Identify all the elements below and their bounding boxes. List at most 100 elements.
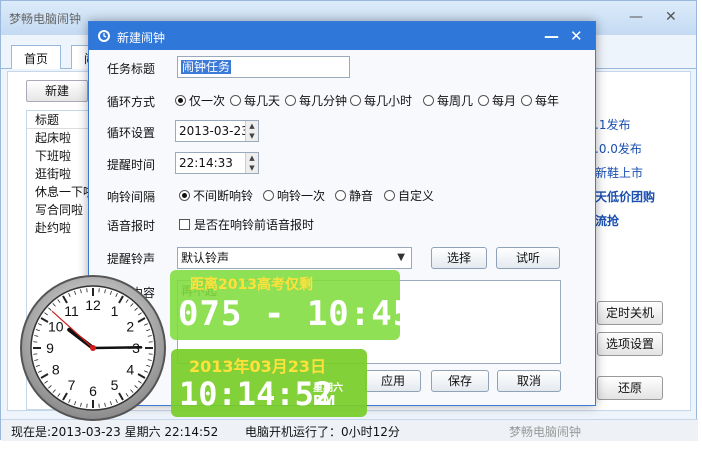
radio-dot	[175, 95, 186, 106]
new-alarm-button[interactable]: 新建	[26, 80, 88, 102]
alarm-logo-icon	[98, 30, 110, 42]
main-minimize-button[interactable]: —	[629, 9, 643, 25]
cycle-radio-once[interactable]: 仅一次	[175, 92, 225, 109]
radio-dot	[179, 190, 190, 201]
time-display: 10:14:52	[179, 375, 334, 413]
news-link[interactable]: 天低价团购	[595, 185, 691, 209]
dialog-title: 新建闹钟	[117, 31, 166, 45]
countdown-label: 距离2013高考仅剩	[190, 277, 313, 293]
tab-home[interactable]: 首页	[11, 45, 62, 69]
radio-label: 仅一次	[189, 94, 226, 108]
radio-label: 每几小时	[364, 94, 413, 108]
apply-button[interactable]: 应用	[365, 370, 421, 392]
dialog-minimize-button[interactable]: —	[544, 27, 559, 45]
news-link[interactable]: 新鞋上市	[595, 161, 691, 185]
digital-date-widget[interactable]: 2013年03月23日 10:14:52 星期六 PM	[171, 349, 367, 417]
dialog-titlebar[interactable]: 新建闹钟 — ✕	[89, 22, 595, 50]
task-item[interactable]: 休息一下啦	[27, 183, 97, 201]
analog-clock[interactable]: 123456789101112	[18, 273, 168, 423]
ring-radio-continuous[interactable]: 不间断响铃	[179, 187, 253, 204]
date-display: 2013年03月23日	[189, 357, 327, 376]
main-close-button[interactable]: ✕	[665, 9, 677, 25]
cycle-radio-hours[interactable]: 每几小时	[350, 92, 412, 109]
sound-value: 默认铃声	[181, 251, 230, 265]
checkbox-label: 是否在响铃前语音报时	[194, 218, 315, 232]
clock-number: 5	[111, 377, 119, 393]
timed-shutdown-button[interactable]: 定时关机	[597, 301, 663, 325]
radio-label: 每几分钟	[299, 94, 348, 108]
radio-dot	[350, 95, 361, 106]
task-list-header[interactable]: 标题	[27, 111, 97, 129]
date-spinner[interactable]: 2013-03-23 ▲ ▼	[175, 120, 259, 142]
clock-number: 10	[48, 319, 64, 335]
main-window-title: 梦畅电脑闹钟	[9, 12, 82, 26]
date-value: 2013-03-23	[179, 124, 249, 138]
task-item[interactable]: 逛街啦	[27, 165, 97, 183]
radio-dot	[230, 95, 241, 106]
restore-button[interactable]: 还原	[597, 376, 663, 400]
clock-number: 8	[52, 362, 60, 378]
clock-center	[90, 345, 96, 351]
status-app-name: 梦畅电脑闹钟	[509, 425, 582, 439]
ring-radio-custom[interactable]: 自定义	[384, 187, 434, 204]
clock-number: 6	[89, 383, 97, 399]
cycle-radio-days[interactable]: 每几天	[230, 92, 280, 109]
voice-time-checkbox[interactable]: 是否在响铃前语音报时	[179, 216, 314, 233]
select-sound-button[interactable]: 选择	[431, 247, 487, 269]
radio-label: 不间断响铃	[193, 189, 254, 203]
task-item[interactable]: 下班啦	[27, 147, 97, 165]
spin-up-icon[interactable]: ▲	[246, 153, 258, 163]
news-link[interactable]: .0.0发布	[595, 137, 691, 161]
checkbox-box	[179, 219, 190, 230]
cycle-radio-monthly[interactable]: 每月	[478, 92, 516, 109]
clock-number: 12	[85, 297, 101, 313]
radio-label: 每周几	[437, 94, 474, 108]
weekday-display: 星期六	[313, 383, 343, 394]
spin-down-icon[interactable]: ▼	[246, 131, 258, 141]
task-item[interactable]: 起床啦	[27, 129, 97, 147]
spin-up-icon[interactable]: ▲	[246, 121, 258, 131]
radio-label: 每年	[535, 94, 560, 108]
time-spin-buttons[interactable]: ▲ ▼	[245, 153, 258, 173]
status-current-time: 现在是:2013-03-23 星期六 22:14:52	[11, 425, 219, 439]
chevron-down-icon[interactable]: ▼	[397, 248, 405, 268]
cancel-button[interactable]: 取消	[497, 370, 561, 392]
task-title-label: 任务标题	[107, 62, 156, 76]
radio-dot	[423, 95, 434, 106]
radio-label: 每几天	[244, 94, 281, 108]
task-item[interactable]: 赴约啦	[27, 219, 97, 237]
spin-down-icon[interactable]: ▼	[246, 163, 258, 173]
ampm-display: PM	[313, 394, 336, 409]
sound-select[interactable]: 默认铃声 ▼	[177, 247, 412, 269]
news-link[interactable]: .1发布	[595, 113, 691, 137]
time-value: 22:14:33	[179, 156, 233, 170]
task-title-value: 闹钟任务	[181, 60, 232, 74]
news-link[interactable]: 流抢	[595, 209, 691, 233]
clock-number: 11	[64, 303, 79, 319]
radio-dot	[335, 190, 346, 201]
save-button[interactable]: 保存	[431, 370, 489, 392]
date-spin-buttons[interactable]: ▲ ▼	[245, 121, 258, 141]
dialog-close-button[interactable]: ✕	[570, 27, 583, 45]
radio-label: 静音	[349, 189, 374, 203]
status-uptime: 电脑开机运行了：0小时12分	[245, 425, 400, 439]
ring-radio-mute[interactable]: 静音	[335, 187, 373, 204]
task-title-input[interactable]: 闹钟任务	[177, 56, 350, 78]
cycle-radio-weekday[interactable]: 每周几	[423, 92, 473, 109]
time-spinner[interactable]: 22:14:33 ▲ ▼	[175, 152, 259, 174]
exam-countdown-widget[interactable]: 距离2013高考仅剩 075 - 10:45:08	[170, 270, 478, 340]
task-item[interactable]: 写合同啦	[27, 201, 97, 219]
clock-number: 7	[68, 377, 76, 393]
options-button[interactable]: 选项设置	[597, 332, 663, 356]
cycle-setting-label: 循环设置	[107, 126, 156, 140]
ring-radio-once[interactable]: 响铃一次	[263, 187, 325, 204]
listen-button[interactable]: 试听	[496, 247, 560, 269]
cycle-radio-yearly[interactable]: 每年	[521, 92, 559, 109]
clock-number: 9	[46, 340, 54, 356]
news-links: .1发布 .0.0发布 新鞋上市 天低价团购 流抢	[595, 113, 691, 233]
radio-dot	[285, 95, 296, 106]
cycle-radio-minutes[interactable]: 每几分钟	[285, 92, 347, 109]
countdown-value: 075 - 10:45:08	[178, 294, 479, 334]
radio-label: 响铃一次	[277, 189, 326, 203]
radio-label: 自定义	[398, 189, 435, 203]
